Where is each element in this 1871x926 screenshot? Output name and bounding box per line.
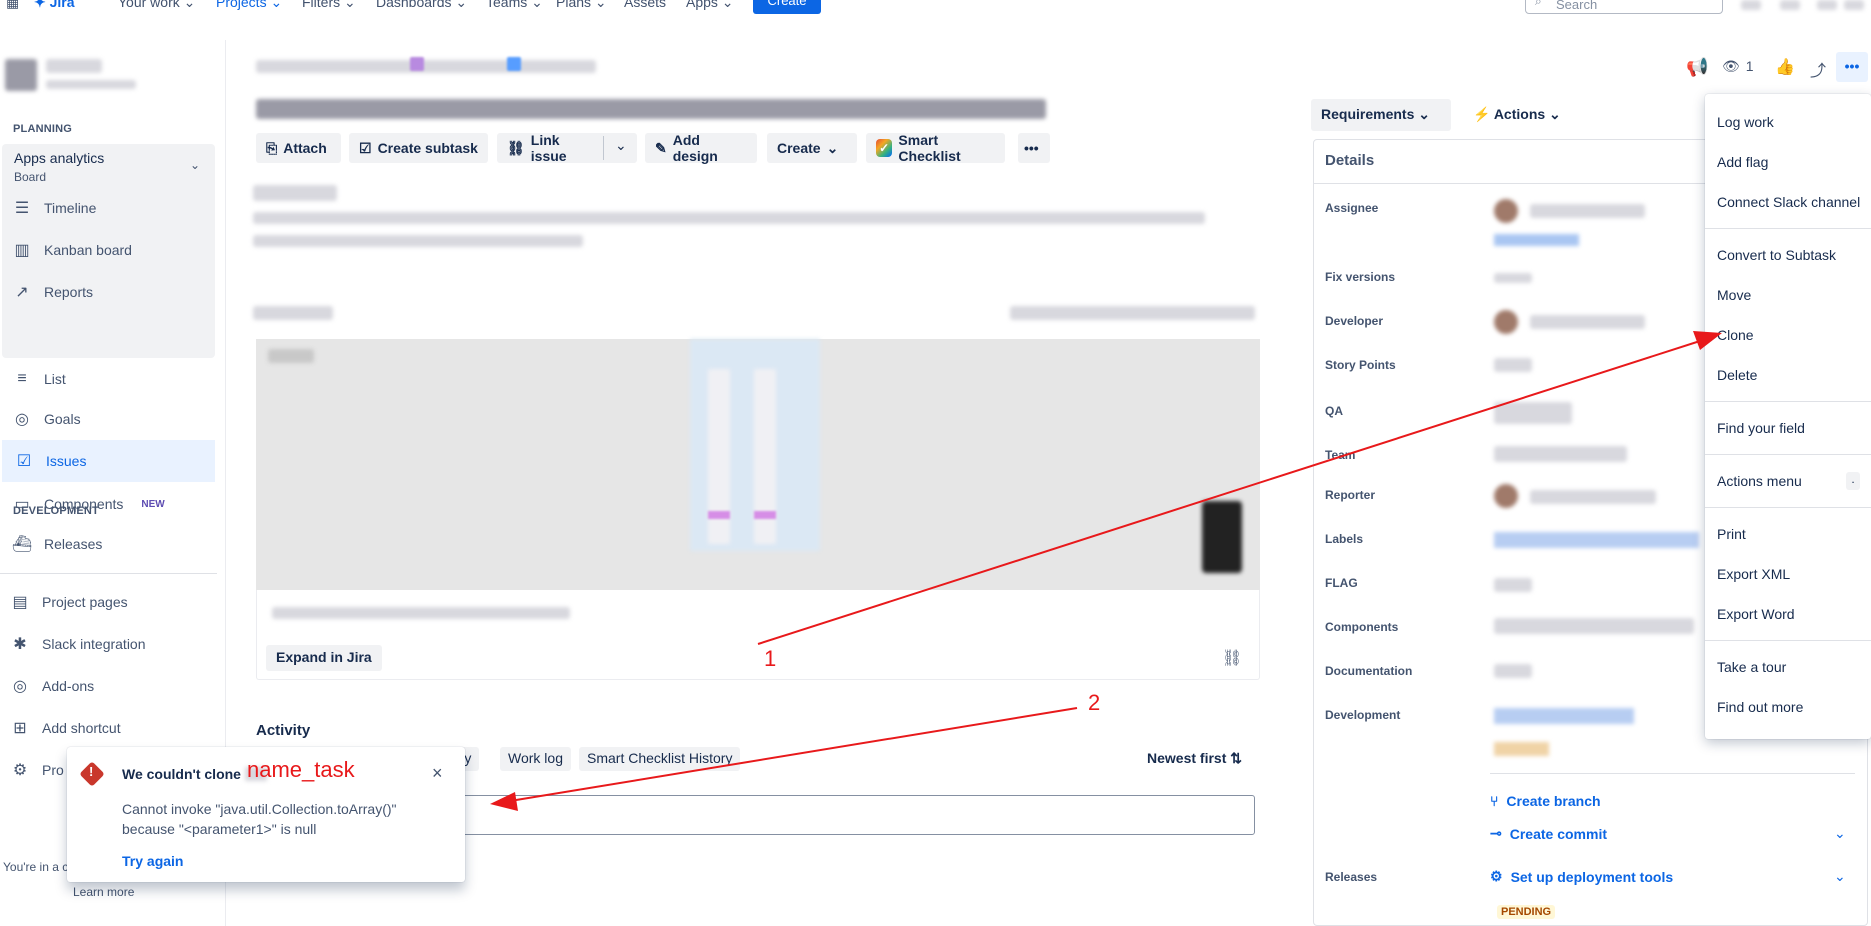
annotation-label-2: 2 — [1088, 690, 1101, 715]
annotation-arrowhead-2 — [490, 792, 518, 811]
annotation-arrowhead-1 — [1693, 331, 1722, 350]
annotation-label-1: 1 — [764, 646, 777, 671]
annotation-arrow-2 — [509, 707, 1078, 802]
annotation-overlay — [490, 331, 1722, 811]
annotation-arrow-1 — [757, 340, 1701, 645]
